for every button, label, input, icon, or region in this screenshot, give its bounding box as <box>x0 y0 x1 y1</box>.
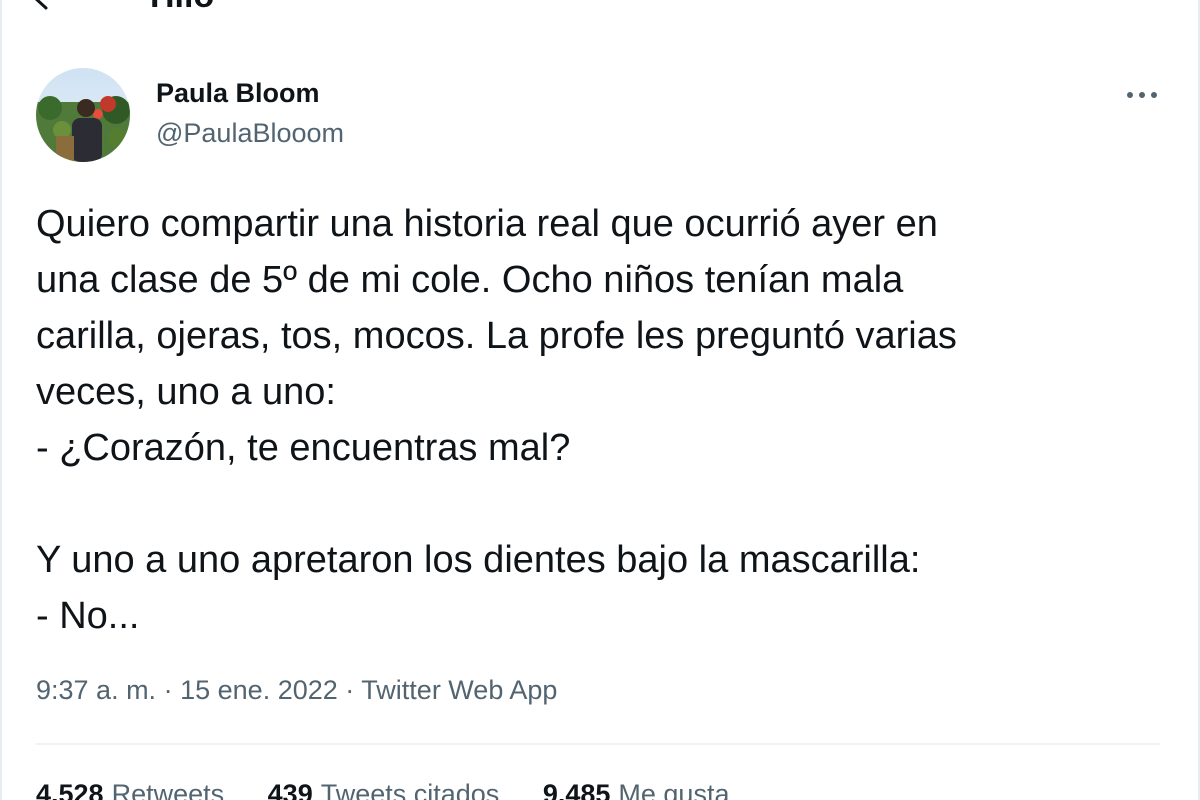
tweet-line: Y uno a uno apretaron los dientes bajo l… <box>36 539 921 581</box>
meta-separator: · <box>163 675 173 705</box>
meta-separator: · <box>345 675 355 705</box>
tweet-detail-page: Hilo Paula Bloom @PaulaBlooom <box>0 0 1200 800</box>
likes-label: Me gusta <box>618 779 730 800</box>
author-name[interactable]: Paula Bloom <box>156 76 320 110</box>
tweet-text: Quiero compartir una historia real que o… <box>36 196 1176 644</box>
tweet-meta: 9:37 a. m. · 15 ene. 2022 · Twitter Web … <box>36 670 557 710</box>
more-horizontal-icon[interactable] <box>1120 80 1164 110</box>
tweet-stats: 4.528 Retweets 439 Tweets citados 9.485 Me … <box>36 776 765 800</box>
tweet-line: - ¿Corazón, te encuentras mal? <box>36 427 571 469</box>
retweets-label: Retweets <box>111 779 225 800</box>
divider <box>36 743 1160 745</box>
retweets-count: 4.528 <box>36 779 104 800</box>
tweet-time[interactable]: 9:37 a. m. <box>36 675 156 705</box>
likes-stat[interactable]: 9.485 Me gusta <box>543 776 730 800</box>
tweet-source[interactable]: Twitter Web App <box>361 675 557 705</box>
tweet-line: veces, uno a uno: <box>36 371 336 413</box>
quotes-stat[interactable]: 439 Tweets citados <box>268 776 500 800</box>
tweet-line: carilla, ojeras, tos, mocos. La profe le… <box>36 315 957 357</box>
arrow-left-icon[interactable] <box>30 0 74 12</box>
avatar[interactable] <box>36 68 130 162</box>
author-handle[interactable]: @PaulaBlooom <box>156 116 344 150</box>
tweet-date[interactable]: 15 ene. 2022 <box>180 675 338 705</box>
tweet-line: Quiero compartir una historia real que o… <box>36 203 938 245</box>
tweet-line: una clase de 5º de mi cole. Ocho niños t… <box>36 259 904 301</box>
likes-count: 9.485 <box>542 779 611 800</box>
tweet-line: - No... <box>36 595 140 637</box>
retweets-stat[interactable]: 4.528 Retweets <box>36 776 224 800</box>
quotes-label: Tweets citados <box>320 779 500 800</box>
column-border-left <box>0 0 2 800</box>
page-title: Hilo <box>150 0 214 18</box>
quotes-count: 439 <box>267 779 313 800</box>
page-header: Hilo <box>0 0 1200 24</box>
